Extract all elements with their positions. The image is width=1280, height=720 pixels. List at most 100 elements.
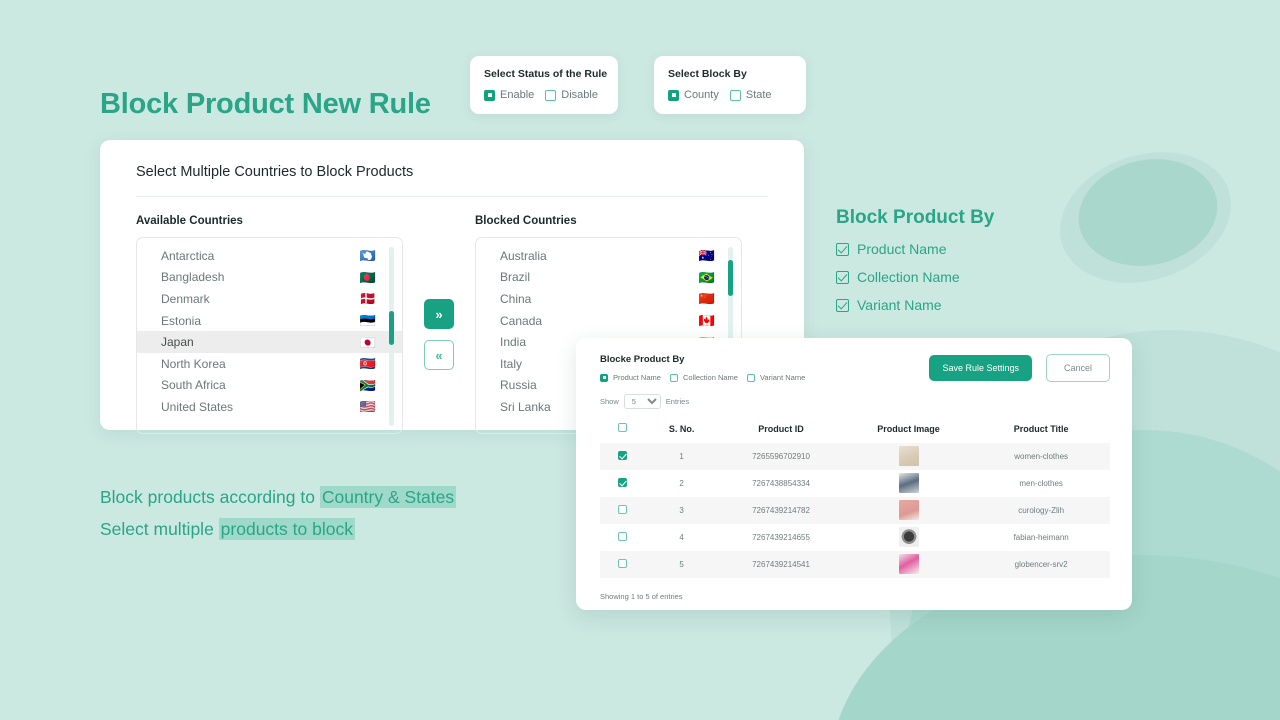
country-flag-icon: 🇩🇰 bbox=[360, 292, 376, 305]
checkbox-unchecked-icon[interactable] bbox=[670, 374, 678, 382]
table-row[interactable]: 17265596702910women-clothes bbox=[600, 443, 1110, 470]
product-panel-actions: Save Rule Settings Cancel bbox=[929, 354, 1110, 382]
list-item[interactable]: Brazil🇧🇷 bbox=[476, 267, 741, 289]
row-checkbox-checked-icon[interactable] bbox=[618, 451, 627, 460]
cell-product-image bbox=[845, 470, 973, 497]
cell-product-title: men-clothes bbox=[972, 470, 1110, 497]
status-option-disable[interactable]: Disable bbox=[545, 89, 598, 101]
panel-check-collection-name-label: Collection Name bbox=[683, 373, 738, 382]
row-select-cell bbox=[600, 551, 646, 578]
country-name: Sri Lanka bbox=[500, 400, 551, 414]
cancel-button[interactable]: Cancel bbox=[1046, 354, 1110, 382]
cell-product-title: fabian-heimann bbox=[972, 524, 1110, 551]
cell-sno: 5 bbox=[646, 551, 717, 578]
row-checkbox-unchecked-icon[interactable] bbox=[618, 559, 627, 568]
move-left-button[interactable]: « bbox=[424, 340, 454, 370]
product-panel-title: Blocke Product By bbox=[600, 354, 805, 365]
checkbox-checked-icon[interactable] bbox=[668, 90, 679, 101]
country-flag-icon: 🇧🇩 bbox=[360, 271, 376, 284]
panel-check-collection-name[interactable]: Collection Name bbox=[670, 373, 738, 382]
caption-line-2: Select multiple products to block bbox=[100, 513, 456, 545]
checkbox-unchecked-icon[interactable] bbox=[747, 374, 755, 382]
move-right-button[interactable]: » bbox=[424, 299, 454, 329]
save-rule-settings-button[interactable]: Save Rule Settings bbox=[929, 355, 1032, 381]
select-status-card: Select Status of the Rule Enable Disable bbox=[470, 56, 618, 114]
show-suffix-label: Entries bbox=[666, 397, 689, 406]
block-product-by-title: Block Product By bbox=[836, 207, 994, 229]
table-row[interactable]: 27267438854334men-clothes bbox=[600, 470, 1110, 497]
list-item[interactable]: Denmark 🇩🇰 bbox=[137, 288, 402, 310]
blockby-option-state[interactable]: State bbox=[730, 89, 772, 101]
checkmark-box-icon bbox=[836, 243, 849, 256]
list-item[interactable]: Estonia🇪🇪 bbox=[137, 310, 402, 332]
row-checkbox-checked-icon[interactable] bbox=[618, 478, 627, 487]
cell-sno: 1 bbox=[646, 443, 717, 470]
checkbox-checked-icon[interactable] bbox=[600, 374, 608, 382]
table-row[interactable]: 47267439214655 fabian-heimann bbox=[600, 524, 1110, 551]
entries-per-page-select[interactable]: 5102550 bbox=[624, 394, 661, 409]
list-item[interactable]: Australia🇦🇺 bbox=[476, 245, 741, 267]
list-item[interactable]: Japan🇯🇵 bbox=[137, 331, 402, 353]
list-item[interactable]: North Korea🇰🇵 bbox=[137, 353, 402, 375]
list-item[interactable]: United States🇺🇸 bbox=[137, 396, 402, 418]
list-item[interactable]: Bangladesh🇧🇩 bbox=[137, 267, 402, 289]
country-flag-icon: 🇧🇷 bbox=[699, 271, 715, 284]
cell-sno: 2 bbox=[646, 470, 717, 497]
country-name: Estonia bbox=[161, 314, 201, 328]
watch-thumb bbox=[899, 527, 919, 547]
status-option-enable[interactable]: Enable bbox=[484, 89, 534, 101]
block-by-collection-name: Collection Name bbox=[836, 269, 994, 285]
country-name: Canada bbox=[500, 314, 542, 328]
caption-line-2-highlight: products to block bbox=[219, 518, 355, 540]
list-item[interactable]: South Africa🇿🇦 bbox=[137, 375, 402, 397]
table-row[interactable]: 57267439214541globencer-srv2 bbox=[600, 551, 1110, 578]
available-scrollbar-thumb[interactable] bbox=[389, 311, 394, 345]
blocked-scrollbar-thumb[interactable] bbox=[728, 260, 733, 296]
block-by-collection-name-label: Collection Name bbox=[857, 269, 960, 285]
countries-card-heading: Select Multiple Countries to Block Produ… bbox=[136, 164, 768, 196]
country-name: Denmark bbox=[161, 292, 210, 306]
row-checkbox-unchecked-icon[interactable] bbox=[618, 532, 627, 541]
transfer-controls: » « bbox=[403, 215, 475, 370]
column-header-sno: S. No. bbox=[646, 418, 717, 443]
column-header-product-title: Product Title bbox=[972, 418, 1110, 443]
column-header-product-id: Product ID bbox=[717, 418, 845, 443]
checkbox-unchecked-icon[interactable] bbox=[730, 90, 741, 101]
cell-product-id: 7267439214655 bbox=[717, 524, 845, 551]
country-name: Antarctica bbox=[161, 249, 214, 263]
list-item[interactable]: China🇨🇳 bbox=[476, 288, 741, 310]
blockby-option-county-label: County bbox=[684, 89, 719, 101]
cell-product-image bbox=[845, 524, 973, 551]
checkbox-checked-icon[interactable] bbox=[484, 90, 495, 101]
cell-sno: 3 bbox=[646, 497, 717, 524]
heading-divider bbox=[136, 196, 768, 197]
blocked-countries-label: Blocked Countries bbox=[475, 215, 742, 227]
country-name: Australia bbox=[500, 249, 547, 263]
blockby-option-county[interactable]: County bbox=[668, 89, 719, 101]
panel-check-variant-name[interactable]: Variant Name bbox=[747, 373, 805, 382]
curology-thumb bbox=[899, 500, 919, 520]
marketing-caption: Block products according to Country & St… bbox=[100, 481, 456, 545]
row-checkbox-unchecked-icon[interactable] bbox=[618, 505, 627, 514]
country-name: South Africa bbox=[161, 378, 226, 392]
globencer-thumb bbox=[899, 554, 919, 574]
select-all-checkbox[interactable] bbox=[618, 423, 627, 432]
available-countries-list[interactable]: Antarctica🇦🇶Bangladesh🇧🇩 Denmark 🇩🇰 Estonia… bbox=[136, 237, 403, 434]
cell-sno: 4 bbox=[646, 524, 717, 551]
table-row[interactable]: 37267439214782curology-Zlih bbox=[600, 497, 1110, 524]
page-title: Block Product New Rule bbox=[100, 88, 431, 121]
entries-per-page-control: Show 5102550 Entries bbox=[600, 394, 1110, 409]
men-clothes-thumb bbox=[899, 473, 919, 493]
panel-check-product-name[interactable]: Product Name bbox=[600, 373, 661, 382]
product-panel-header: Blocke Product By Product Name Collectio… bbox=[600, 354, 1110, 382]
country-flag-icon: 🇨🇳 bbox=[699, 292, 715, 305]
women-clothes-thumb bbox=[899, 446, 919, 466]
list-item[interactable]: Canada🇨🇦 bbox=[476, 310, 741, 332]
list-item[interactable]: Antarctica🇦🇶 bbox=[137, 245, 402, 267]
checkbox-unchecked-icon[interactable] bbox=[545, 90, 556, 101]
cell-product-image bbox=[845, 443, 973, 470]
select-status-options: Enable Disable bbox=[484, 89, 604, 101]
row-select-cell bbox=[600, 497, 646, 524]
product-panel-header-left: Blocke Product By Product Name Collectio… bbox=[600, 354, 805, 382]
product-selection-panel: Blocke Product By Product Name Collectio… bbox=[576, 338, 1132, 610]
